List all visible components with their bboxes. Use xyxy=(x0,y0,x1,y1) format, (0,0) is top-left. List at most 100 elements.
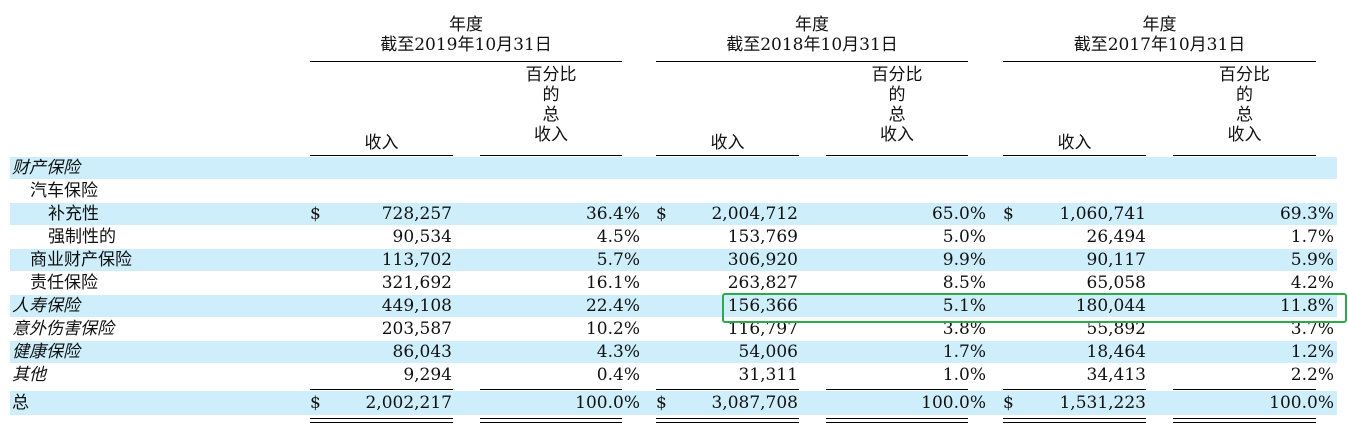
cell-total-revenue-2019: 2,002,217 xyxy=(365,393,452,413)
row-band xyxy=(10,157,1337,179)
col-header-pct: 百分比 的 总 收入 xyxy=(1219,65,1270,145)
cell-pct-2017: 2.2% xyxy=(1290,365,1334,385)
col-rule xyxy=(310,155,453,156)
row-label-life: 人寿保险 xyxy=(12,296,80,316)
subtotal-rule xyxy=(480,389,622,390)
total-double-rule xyxy=(656,418,799,423)
col-header-pct: 百分比 的 总 收入 xyxy=(525,65,577,145)
cell-pct-2019: 4.3% xyxy=(596,342,640,362)
currency-symbol: $ xyxy=(310,393,321,413)
cell-revenue-2019: 203,587 xyxy=(381,319,452,339)
subtotal-rule xyxy=(1173,389,1316,390)
group-header-line2: 截至2017年10月31日 xyxy=(1073,35,1246,55)
cell-revenue-2018: 2,004,712 xyxy=(711,204,798,224)
row-label-supplemental: 补充性 xyxy=(48,204,99,224)
cell-pct-2017: 5.9% xyxy=(1290,250,1334,270)
cell-pct-2019: 22.4% xyxy=(585,296,640,316)
row-label-property: 财产保险 xyxy=(12,158,80,178)
subtotal-rule xyxy=(826,389,968,390)
cell-revenue-2019: 113,702 xyxy=(381,250,452,270)
total-double-rule xyxy=(1173,418,1316,423)
cell-revenue-2017: 26,494 xyxy=(1086,227,1146,247)
cell-revenue-2019: 86,043 xyxy=(392,342,452,362)
group-rule xyxy=(656,61,968,62)
cell-total-pct-2018: 100.0% xyxy=(921,393,986,413)
cell-pct-2019: 10.2% xyxy=(585,319,640,339)
group-header-line1: 年度 xyxy=(449,15,483,35)
col-rule xyxy=(480,155,622,156)
cell-pct-2019: 0.4% xyxy=(596,365,640,385)
row-label-total: 总 xyxy=(12,393,29,413)
cell-revenue-2017: 65,058 xyxy=(1086,273,1146,293)
cell-revenue-2019: 728,257 xyxy=(381,204,452,224)
col-header-revenue: 收入 xyxy=(364,133,399,153)
subtotal-rule xyxy=(1003,389,1146,390)
group-header-line1: 年度 xyxy=(1142,15,1177,35)
col-rule xyxy=(826,155,968,156)
cell-total-revenue-2017: 1,531,223 xyxy=(1059,393,1146,413)
currency-symbol: $ xyxy=(1003,204,1014,224)
cell-pct-2018: 9.9% xyxy=(942,250,986,270)
group-header-2018: 年度 截至2018年10月31日 xyxy=(656,15,968,55)
total-double-rule xyxy=(310,418,453,423)
col-rule xyxy=(656,155,799,156)
group-header-line2: 截至2019年10月31日 xyxy=(380,35,552,55)
col-header-revenue: 收入 xyxy=(710,133,745,153)
cell-revenue-2018: 153,769 xyxy=(727,227,798,247)
cell-revenue-2018: 263,827 xyxy=(727,273,798,293)
cell-pct-2017: 4.2% xyxy=(1290,273,1334,293)
group-header-line2: 截至2018年10月31日 xyxy=(726,35,898,55)
highlight-box xyxy=(722,293,1347,323)
group-rule xyxy=(1003,61,1316,62)
currency-symbol: $ xyxy=(1003,393,1014,413)
cell-total-pct-2019: 100.0% xyxy=(575,393,640,413)
row-label-accident: 意外伤害保险 xyxy=(12,319,114,339)
cell-revenue-2017: 18,464 xyxy=(1086,342,1146,362)
col-rule xyxy=(1003,155,1146,156)
subtotal-rule xyxy=(656,389,799,390)
total-double-rule xyxy=(1003,418,1146,423)
row-label-commercial-property: 商业财产保险 xyxy=(30,250,132,270)
group-header-2017: 年度 截至2017年10月31日 xyxy=(1003,15,1316,55)
row-label-auto: 汽车保险 xyxy=(30,181,98,201)
group-header-line1: 年度 xyxy=(795,15,829,35)
cell-pct-2017: 69.3% xyxy=(1279,204,1334,224)
row-label-health: 健康保险 xyxy=(12,342,80,362)
currency-symbol: $ xyxy=(656,393,667,413)
cell-revenue-2019: 9,294 xyxy=(403,365,452,385)
cell-revenue-2017: 1,060,741 xyxy=(1059,204,1146,224)
row-label-compulsory: 强制性的 xyxy=(48,227,116,247)
cell-revenue-2019: 90,534 xyxy=(392,227,452,247)
group-header-2019: 年度 截至2019年10月31日 xyxy=(310,15,622,55)
cell-pct-2019: 4.5% xyxy=(596,227,640,247)
cell-revenue-2019: 449,108 xyxy=(381,296,452,316)
cell-pct-2018: 5.0% xyxy=(942,227,986,247)
group-rule xyxy=(310,61,622,62)
total-double-rule xyxy=(480,418,622,423)
cell-pct-2018: 1.0% xyxy=(942,365,986,385)
row-label-liability: 责任保险 xyxy=(30,273,98,293)
cell-pct-2018: 1.7% xyxy=(942,342,986,362)
subtotal-rule xyxy=(310,389,453,390)
cell-revenue-2017: 34,413 xyxy=(1086,365,1146,385)
cell-revenue-2017: 90,117 xyxy=(1086,250,1146,270)
col-header-revenue: 收入 xyxy=(1057,133,1092,153)
cell-total-pct-2017: 100.0% xyxy=(1269,393,1334,413)
cell-pct-2019: 36.4% xyxy=(585,204,640,224)
cell-pct-2017: 1.7% xyxy=(1290,227,1334,247)
cell-revenue-2018: 31,311 xyxy=(738,365,798,385)
col-header-pct: 百分比 的 总 收入 xyxy=(871,65,923,145)
col-rule xyxy=(1173,155,1316,156)
cell-pct-2017: 1.2% xyxy=(1290,342,1334,362)
row-label-other: 其他 xyxy=(12,365,46,385)
currency-symbol: $ xyxy=(310,204,321,224)
cell-revenue-2018: 54,006 xyxy=(738,342,798,362)
cell-pct-2018: 65.0% xyxy=(931,204,986,224)
cell-revenue-2018: 306,920 xyxy=(727,250,798,270)
cell-revenue-2019: 321,692 xyxy=(381,273,452,293)
cell-pct-2019: 16.1% xyxy=(585,273,640,293)
cell-total-revenue-2018: 3,087,708 xyxy=(711,393,798,413)
cell-pct-2018: 8.5% xyxy=(942,273,986,293)
total-double-rule xyxy=(826,418,968,423)
cell-pct-2019: 5.7% xyxy=(596,250,640,270)
